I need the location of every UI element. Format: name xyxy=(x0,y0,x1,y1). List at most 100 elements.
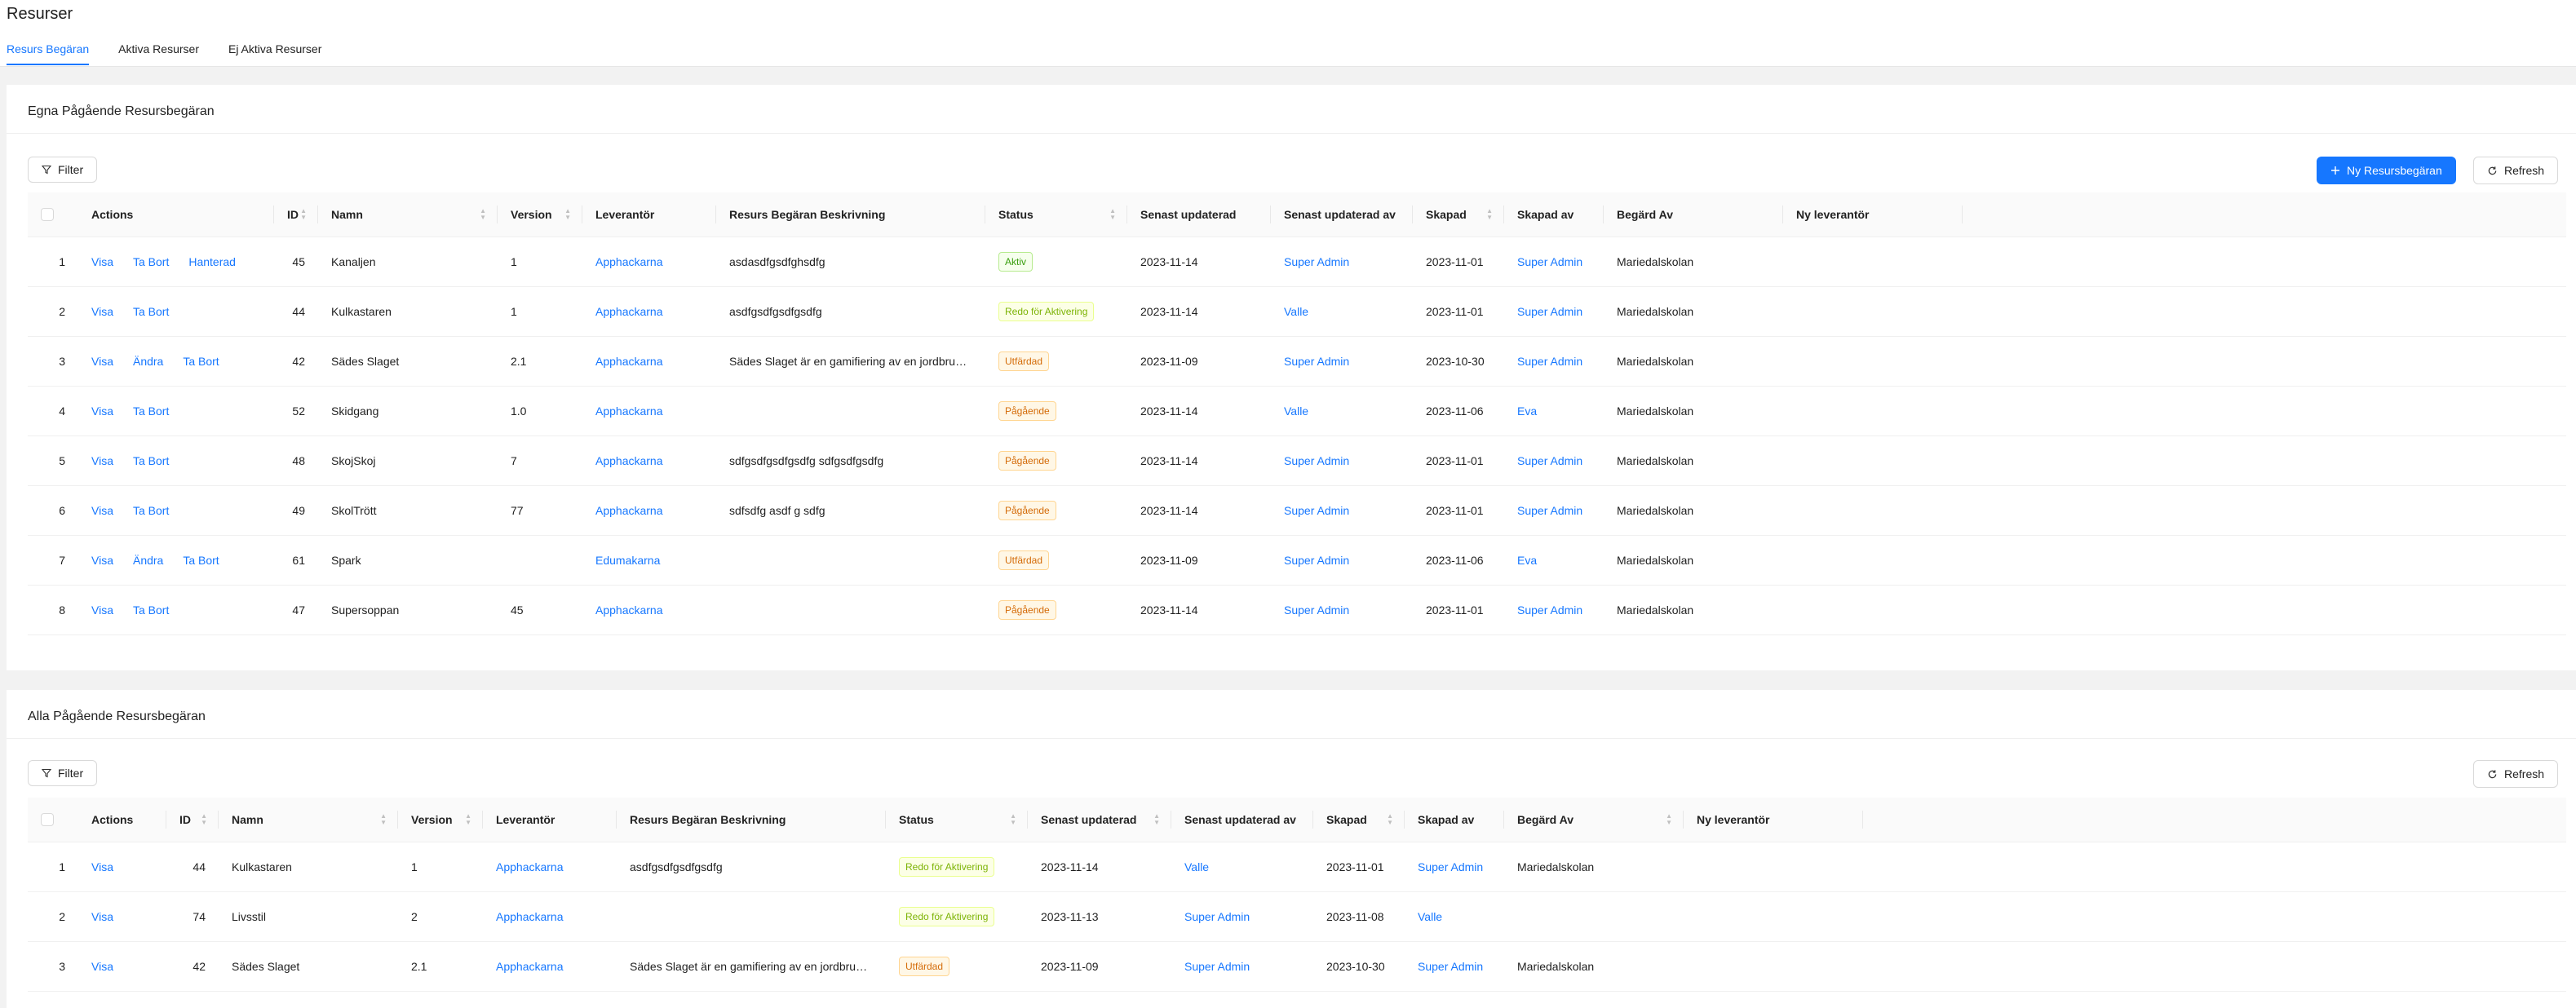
select-all-checkbox[interactable] xyxy=(41,208,54,222)
cell-skapad-av-link[interactable]: Eva xyxy=(1517,554,1537,567)
all-filter-button[interactable]: Filter xyxy=(28,760,98,786)
cell-updaterad-av-link[interactable]: Valle xyxy=(1284,305,1308,318)
col-namn[interactable]: Namn ▲ ▼ xyxy=(219,798,398,842)
action-ta-bort-link[interactable]: Ta Bort xyxy=(133,603,169,617)
tab-ej-aktiva-resurser[interactable]: Ej Aktiva Resurser xyxy=(228,42,321,65)
action-visa-link[interactable]: Visa xyxy=(91,454,113,467)
cell-skapad-av-link[interactable]: Super Admin xyxy=(1418,960,1483,973)
all-refresh-button[interactable]: Refresh xyxy=(2473,760,2559,788)
cell-skapad-av-link[interactable]: Super Admin xyxy=(1517,305,1582,318)
cell-updaterad-av-link[interactable]: Valle xyxy=(1284,405,1308,418)
cell-updaterad-av-link[interactable]: Super Admin xyxy=(1284,355,1349,368)
cell-leverantor-link[interactable]: Edumakarna xyxy=(595,554,660,567)
action-visa-link[interactable]: Visa xyxy=(91,960,113,973)
table-row[interactable]: 1 Visa 44 Kulkastaren 1 Apphackarna asdfgsdfgs… xyxy=(28,842,2566,892)
cell-leverantor-link[interactable]: Apphackarna xyxy=(496,860,564,873)
col-senast-updaterad[interactable]: Senast updaterad ▲ ▼ xyxy=(1028,798,1171,842)
action-visa-link[interactable]: Visa xyxy=(91,603,113,617)
action-visa-link[interactable]: Visa xyxy=(91,305,113,318)
tab-resurs-begaran[interactable]: Resurs Begäran xyxy=(7,42,90,65)
sort-icon[interactable]: ▲ ▼ xyxy=(465,813,471,826)
sort-icon[interactable]: ▲ ▼ xyxy=(1387,813,1393,826)
col-skapad[interactable]: Skapad ▲ ▼ xyxy=(1313,798,1405,842)
col-id[interactable]: ID ▲ ▼ xyxy=(274,192,318,237)
tab-aktiva-resurser[interactable]: Aktiva Resurser xyxy=(118,42,199,65)
own-refresh-button[interactable]: Refresh xyxy=(2473,157,2559,184)
cell-updaterad-av-link[interactable]: Super Admin xyxy=(1284,554,1349,567)
sort-icon[interactable]: ▲ ▼ xyxy=(300,208,307,221)
cell-leverantor-link[interactable]: Apphackarna xyxy=(595,405,663,418)
sort-icon[interactable]: ▲ ▼ xyxy=(1109,208,1116,221)
action-ta-bort-link[interactable]: Ta Bort xyxy=(133,255,169,268)
action-visa-link[interactable]: Visa xyxy=(91,504,113,517)
table-row[interactable]: 3 Visa 42 Sädes Slaget 2.1 Apphackarna Sädes S… xyxy=(28,941,2566,992)
cell-skapad-av-link[interactable]: Super Admin xyxy=(1517,454,1582,467)
cell-leverantor-link[interactable]: Apphackarna xyxy=(595,504,663,517)
cell-leverantor-link[interactable]: Apphackarna xyxy=(595,255,663,268)
cell-updaterad-av-link[interactable]: Super Admin xyxy=(1184,960,1250,973)
cell-updaterad-av-link[interactable]: Super Admin xyxy=(1184,910,1250,923)
table-row[interactable]: 3 Visa Ändra Ta Bort 42 Sädes Slaget 2.1 Apphac… xyxy=(28,336,2566,387)
sort-icon[interactable]: ▲ ▼ xyxy=(1486,208,1493,221)
col-skapad[interactable]: Skapad ▲ ▼ xyxy=(1413,192,1504,237)
col-status[interactable]: Status ▲ ▼ xyxy=(985,192,1127,237)
own-filter-button[interactable]: Filter xyxy=(28,157,98,183)
action-visa-link[interactable]: Visa xyxy=(91,910,113,923)
table-row[interactable]: 6 Visa Ta Bort 49 SkolTrött 77 Apphackarna sdfs… xyxy=(28,485,2566,536)
sort-icon[interactable]: ▲ ▼ xyxy=(480,208,486,221)
cell-leverantor-link[interactable]: Apphackarna xyxy=(595,355,663,368)
table-row[interactable]: 8 Visa Ta Bort 47 Supersoppan 45 Apphackarna På… xyxy=(28,585,2566,635)
action-visa-link[interactable]: Visa xyxy=(91,860,113,873)
sort-icon[interactable]: ▲ ▼ xyxy=(380,813,387,826)
cell-skapad-av-link[interactable]: Super Admin xyxy=(1418,860,1483,873)
table-row[interactable]: 1 Visa Ta Bort Hanterad 45 Kanaljen 1 Apphackar… xyxy=(28,237,2566,287)
cell-updaterad-av-link[interactable]: Super Admin xyxy=(1284,255,1349,268)
table-row[interactable]: 4 Visa Ta Bort 52 Skidgang 1.0 Apphackarna Pågå… xyxy=(28,386,2566,436)
action-visa-link[interactable]: Visa xyxy=(91,405,113,418)
cell-skapad-av-link[interactable]: Valle xyxy=(1418,910,1442,923)
table-row[interactable]: 2 Visa 74 Livsstil 2 Apphackarna Redo för Akti… xyxy=(28,891,2566,942)
action-visa-link[interactable]: Visa xyxy=(91,554,113,567)
col-status[interactable]: Status ▲ ▼ xyxy=(886,798,1028,842)
cell-leverantor-link[interactable]: Apphackarna xyxy=(595,305,663,318)
cell-skapad-av-link[interactable]: Super Admin xyxy=(1517,355,1582,368)
cell-updaterad-av-link[interactable]: Super Admin xyxy=(1284,603,1349,617)
sort-icon[interactable]: ▲ ▼ xyxy=(1010,813,1016,826)
action-hanterad-link[interactable]: Hanterad xyxy=(188,255,236,268)
cell-leverantor-link[interactable]: Apphackarna xyxy=(496,910,564,923)
action-ndra-link[interactable]: Ändra xyxy=(133,355,163,368)
new-request-button[interactable]: Ny Resursbegäran xyxy=(2317,157,2456,184)
cell-skapad-av-link[interactable]: Super Admin xyxy=(1517,603,1582,617)
cell-updaterad-av-link[interactable]: Super Admin xyxy=(1284,504,1349,517)
action-visa-link[interactable]: Visa xyxy=(91,355,113,368)
action-ta-bort-link[interactable]: Ta Bort xyxy=(183,554,219,567)
table-row[interactable]: 2 Visa Ta Bort 44 Kulkastaren 1 Apphackarna asd… xyxy=(28,286,2566,337)
cell-skapad-av-link[interactable]: Eva xyxy=(1517,405,1537,418)
action-ta-bort-link[interactable]: Ta Bort xyxy=(133,305,169,318)
cell-leverantor-link[interactable]: Apphackarna xyxy=(496,960,564,973)
sort-icon[interactable]: ▲ ▼ xyxy=(1153,813,1160,826)
action-ta-bort-link[interactable]: Ta Bort xyxy=(133,405,169,418)
action-ta-bort-link[interactable]: Ta Bort xyxy=(133,454,169,467)
action-ta-bort-link[interactable]: Ta Bort xyxy=(133,504,169,517)
sort-icon[interactable]: ▲ ▼ xyxy=(564,208,571,221)
action-ta-bort-link[interactable]: Ta Bort xyxy=(183,355,219,368)
col-version[interactable]: Version ▲ ▼ xyxy=(398,798,483,842)
col-namn[interactable]: Namn ▲ ▼ xyxy=(318,192,498,237)
cell-leverantor-link[interactable]: Apphackarna xyxy=(595,603,663,617)
sort-icon[interactable]: ▲ ▼ xyxy=(1666,813,1672,826)
col-version[interactable]: Version ▲ ▼ xyxy=(498,192,582,237)
table-row[interactable]: 5 Visa Ta Bort 48 SkojSkoj 7 Apphackarna sdfgsd… xyxy=(28,435,2566,486)
col-begard-av[interactable]: Begärd Av ▲ ▼ xyxy=(1504,798,1684,842)
cell-leverantor-link[interactable]: Apphackarna xyxy=(595,454,663,467)
cell-skapad-av-link[interactable]: Super Admin xyxy=(1517,255,1582,268)
action-visa-link[interactable]: Visa xyxy=(91,255,113,268)
col-id[interactable]: ID ▲ ▼ xyxy=(166,798,219,842)
select-all-checkbox[interactable] xyxy=(41,813,54,827)
table-row[interactable]: 7 Visa Ändra Ta Bort 61 Spark Edumakarna Utfärd… xyxy=(28,535,2566,586)
action-ndra-link[interactable]: Ändra xyxy=(133,554,163,567)
cell-skapad-av-link[interactable]: Super Admin xyxy=(1517,504,1582,517)
cell-updaterad-av-link[interactable]: Super Admin xyxy=(1284,454,1349,467)
cell-updaterad-av-link[interactable]: Valle xyxy=(1184,860,1209,873)
sort-icon[interactable]: ▲ ▼ xyxy=(201,813,207,826)
